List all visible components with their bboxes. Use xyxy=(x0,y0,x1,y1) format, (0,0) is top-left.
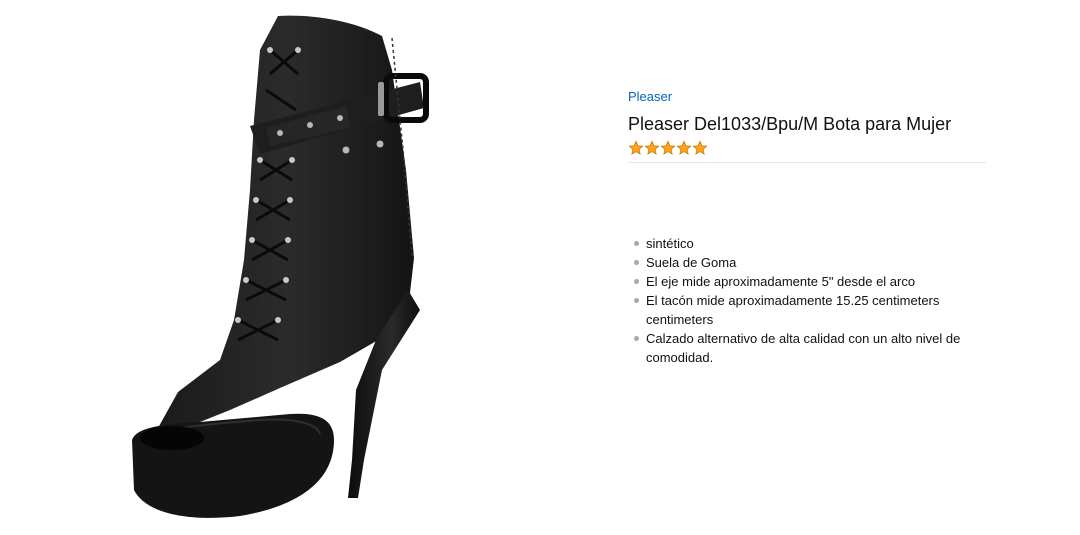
brand-link[interactable]: Pleaser xyxy=(628,89,672,105)
star-icon xyxy=(676,140,692,155)
star-icon xyxy=(644,140,660,155)
feature-list: sintético Suela de Goma El eje mide apro… xyxy=(632,234,996,367)
star-icon xyxy=(660,140,676,155)
product-image[interactable] xyxy=(120,10,440,530)
boot-image xyxy=(132,15,429,518)
star-icon xyxy=(628,140,644,155)
feature-item: sintético xyxy=(634,234,996,253)
feature-item: Calzado alternativo de alta calidad con … xyxy=(634,329,996,367)
star-icon xyxy=(692,140,708,155)
feature-item: El tacón mide aproximadamente 15.25 cent… xyxy=(634,291,996,329)
feature-item: Suela de Goma xyxy=(634,253,996,272)
product-details: Pleaser Pleaser Del1033/Bpu/M Bota para … xyxy=(628,88,986,163)
feature-item: El eje mide aproximadamente 5" desde el … xyxy=(634,272,996,291)
divider xyxy=(628,162,986,163)
product-title: Pleaser Del1033/Bpu/M Bota para Mujer xyxy=(628,114,952,134)
star-rating[interactable] xyxy=(628,140,986,156)
